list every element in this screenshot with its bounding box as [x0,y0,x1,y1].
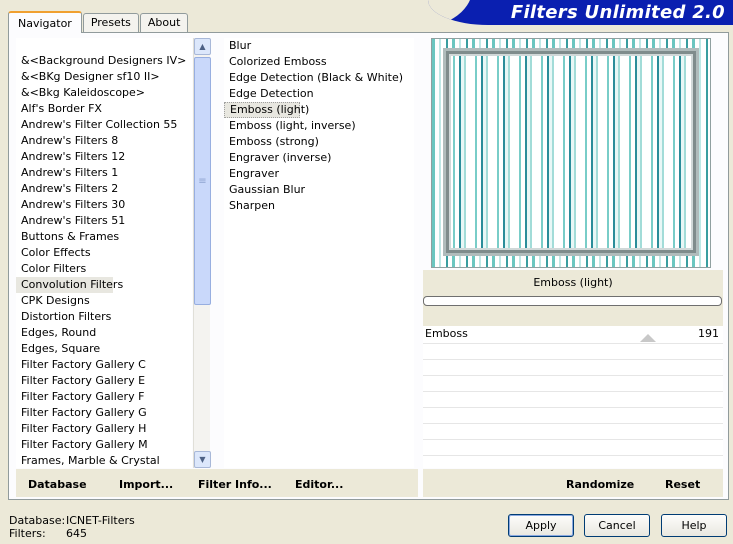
category-item[interactable]: Convolution Filters [16,277,123,293]
category-item[interactable]: Edges, Round [16,325,192,341]
tab-presets[interactable]: Presets [82,13,139,32]
category-item[interactable]: CPK Designs [16,293,192,309]
parameter-toolbar: Randomize Reset [423,469,723,497]
category-item[interactable]: Color Filters [16,261,192,277]
slider-thumb[interactable] [640,334,656,342]
filter-item[interactable]: Edge Detection [224,86,414,102]
database-button[interactable]: Database [28,478,87,491]
preview-image [431,38,711,268]
category-item[interactable]: Alf's Border FX [16,101,192,117]
category-item[interactable]: Andrew's Filter Collection 55 [16,117,192,133]
category-item[interactable]: Andrew's Filters 51 [16,213,192,229]
category-item[interactable]: Andrew's Filters 1 [16,165,192,181]
category-item[interactable]: Filter Factory Gallery M [16,437,192,453]
category-item[interactable]: Andrew's Filters 2 [16,181,192,197]
category-item[interactable]: Frames, Marble & Crystal [16,453,192,468]
category-list[interactable]: &<Background Designers IV> &<BKg Designer… [16,38,192,468]
navigator-toolbar: Database Import... Filter Info... Editor… [16,469,418,497]
category-item[interactable]: Edges, Square [16,341,192,357]
category-item[interactable]: Andrew's Filters 8 [16,133,192,149]
filter-item[interactable]: Emboss (light, inverse) [224,118,414,134]
progress-bar [423,296,722,306]
empty-parameter-row [423,344,723,360]
editor-button[interactable]: Editor... [295,478,343,491]
empty-parameter-row [423,392,723,408]
import-button[interactable]: Import... [119,478,173,491]
filter-item[interactable]: Edge Detection (Black & White) [224,70,414,86]
category-item[interactable]: Andrew's Filters 30 [16,197,192,213]
category-item[interactable]: Filter Factory Gallery H [16,421,192,437]
parameter-label: Emboss [425,327,468,340]
empty-parameter-row [423,424,723,440]
empty-parameter-row [423,360,723,376]
filter-item[interactable]: Engraver [224,166,414,182]
parameter-row[interactable]: Emboss 191 [423,326,723,344]
database-label: Database: [9,514,66,527]
category-item[interactable]: &<Background Designers IV> [16,53,192,69]
category-item[interactable]: &<Bkg Kaleidoscope> [16,85,192,101]
tab-about[interactable]: About [139,13,189,32]
category-scrollbar[interactable]: ▲ ≡ ▼ [193,38,211,468]
current-filter-name: Emboss (light) [533,276,613,289]
filter-list[interactable]: Blur Colorized Emboss Edge Detection (Blac… [224,38,414,468]
brand-banner: Filters Unlimited 2.0 [428,0,733,25]
filters-count-label: Filters: [9,527,46,540]
empty-parameter-row [423,408,723,424]
filter-item[interactable]: Emboss (strong) [224,134,414,150]
filter-item[interactable]: Blur [224,38,414,54]
filter-info-button[interactable]: Filter Info... [198,478,272,491]
category-item[interactable]: Andrew's Filters 12 [16,149,192,165]
scroll-down-button[interactable]: ▼ [194,451,211,468]
parameter-list: Emboss 191 [423,326,723,468]
filter-item[interactable]: Sharpen [224,198,414,214]
help-button[interactable]: Help [661,514,727,537]
category-item[interactable]: Color Effects [16,245,192,261]
tab-strip: Navigator Presets About [8,10,189,33]
empty-parameter-row [423,376,723,392]
category-item[interactable]: Filter Factory Gallery G [16,405,192,421]
apply-button[interactable]: Apply [508,514,574,537]
category-item[interactable]: &<BKg Designer sf10 II> [16,69,192,85]
category-item[interactable]: Filter Factory Gallery F [16,389,192,405]
filter-item[interactable]: Emboss (light) [224,102,309,118]
filter-item[interactable]: Gaussian Blur [224,182,414,198]
parameter-value: 191 [698,327,719,340]
category-item[interactable]: Filter Factory Gallery E [16,373,192,389]
tab-navigator[interactable]: Navigator [8,11,82,33]
category-item[interactable]: Filter Factory Gallery C [16,357,192,373]
cancel-button[interactable]: Cancel [584,514,650,537]
brand-title: Filters Unlimited 2.0 [510,2,725,23]
scroll-up-button[interactable]: ▲ [194,38,211,55]
empty-parameter-row [423,440,723,456]
category-item[interactable]: Buttons & Frames [16,229,192,245]
filters-count-value: 645 [66,527,87,540]
database-value: ICNET-Filters [66,514,135,527]
category-item[interactable]: Distortion Filters [16,309,192,325]
reset-button[interactable]: Reset [665,478,700,491]
filter-item[interactable]: Engraver (inverse) [224,150,414,166]
randomize-button[interactable]: Randomize [566,478,634,491]
preview-frame [446,51,696,253]
filter-name-panel: Emboss (light) [423,270,723,326]
scroll-thumb[interactable]: ≡ [194,57,211,305]
filter-item[interactable]: Colorized Emboss [224,54,414,70]
